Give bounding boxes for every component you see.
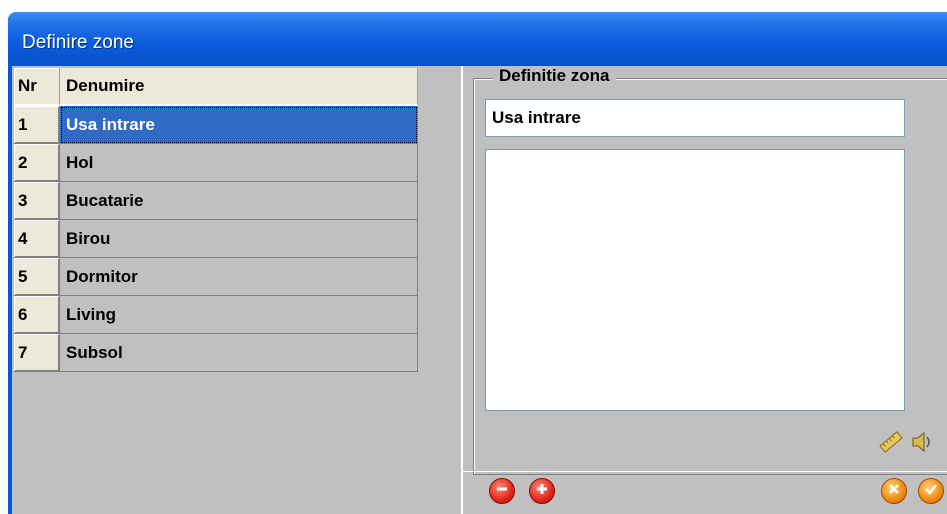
- cancel-icon: [887, 482, 901, 501]
- row-name[interactable]: Dormitor: [60, 258, 418, 296]
- window: Definire zone Nr Denumire 1 Usa intrare …: [8, 12, 947, 514]
- definition-pane: Definitie zona: [463, 66, 947, 514]
- table-row[interactable]: 4 Birou: [14, 220, 418, 258]
- row-number[interactable]: 3: [14, 182, 60, 220]
- confirm-icon: [924, 482, 938, 501]
- table-row[interactable]: 1 Usa intrare: [14, 106, 418, 144]
- zone-name-input[interactable]: [485, 99, 905, 137]
- zone-description-textarea[interactable]: [485, 149, 905, 411]
- add-button[interactable]: [529, 478, 555, 504]
- window-title: Definire zone: [22, 32, 134, 53]
- title-bar[interactable]: Definire zone: [8, 12, 947, 66]
- table-row[interactable]: 3 Bucatarie: [14, 182, 418, 220]
- column-header-nr[interactable]: Nr: [14, 68, 60, 106]
- confirm-button[interactable]: [918, 478, 944, 504]
- definition-group-label: Definitie zona: [493, 66, 616, 86]
- row-name[interactable]: Hol: [60, 144, 418, 182]
- ruler-icon[interactable]: [878, 429, 904, 455]
- row-number[interactable]: 5: [14, 258, 60, 296]
- table-row[interactable]: 6 Living: [14, 296, 418, 334]
- table-row[interactable]: 7 Subsol: [14, 334, 418, 372]
- row-number[interactable]: 4: [14, 220, 60, 258]
- row-number[interactable]: 6: [14, 296, 60, 334]
- cancel-button[interactable]: [881, 478, 907, 504]
- row-name[interactable]: Subsol: [60, 334, 418, 372]
- row-number[interactable]: 1: [14, 106, 60, 144]
- zones-grid[interactable]: Nr Denumire 1 Usa intrare 2 Hol 3 Bucata…: [14, 68, 418, 372]
- remove-icon: [495, 482, 509, 501]
- table-row[interactable]: 5 Dormitor: [14, 258, 418, 296]
- client-area: Nr Denumire 1 Usa intrare 2 Hol 3 Bucata…: [12, 66, 947, 514]
- column-header-denumire[interactable]: Denumire: [60, 68, 418, 106]
- row-number[interactable]: 2: [14, 144, 60, 182]
- row-name[interactable]: Birou: [60, 220, 418, 258]
- remove-button[interactable]: [489, 478, 515, 504]
- row-name[interactable]: Living: [60, 296, 418, 334]
- speaker-icon[interactable]: [909, 429, 935, 455]
- row-name[interactable]: Usa intrare: [60, 106, 418, 144]
- grid-header: Nr Denumire: [14, 68, 418, 106]
- add-icon: [535, 482, 549, 501]
- row-name[interactable]: Bucatarie: [60, 182, 418, 220]
- zones-grid-pane: Nr Denumire 1 Usa intrare 2 Hol 3 Bucata…: [12, 66, 463, 514]
- row-number[interactable]: 7: [14, 334, 60, 372]
- table-row[interactable]: 2 Hol: [14, 144, 418, 182]
